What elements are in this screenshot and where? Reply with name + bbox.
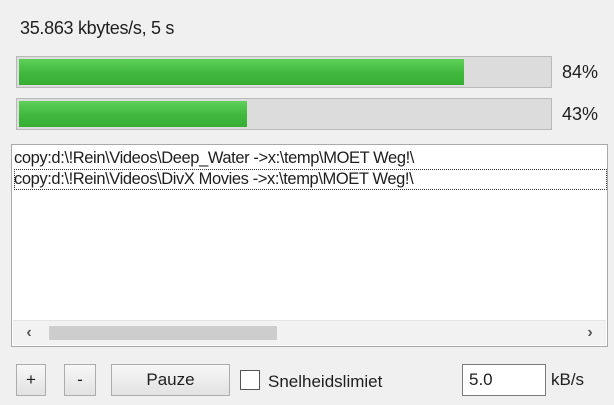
remove-button[interactable]: - [64, 364, 96, 396]
speed-unit-label: kB/s [551, 370, 585, 389]
queue-item[interactable]: copy:d:\!Rein\Videos\Deep_Water ->x:\tem… [14, 148, 414, 169]
file-progress-fill [19, 101, 247, 127]
chevron-left-icon[interactable]: ‹ [15, 321, 43, 345]
total-progress-percent: 84% [562, 62, 599, 82]
file-progress-percent: 43% [562, 104, 599, 124]
pause-button[interactable]: Pauze [111, 364, 230, 396]
horizontal-scrollbar[interactable]: ‹ › [13, 320, 606, 345]
total-progress-bar [16, 56, 552, 88]
chevron-right-icon[interactable]: › [576, 321, 604, 345]
queue-item[interactable]: copy:d:\!Rein\Videos\DivX Movies ->x:\te… [14, 169, 607, 190]
file-progress-bar [16, 98, 552, 130]
total-progress-fill [19, 59, 464, 85]
scrollbar-thumb[interactable] [49, 326, 277, 340]
copy-queue-list[interactable]: copy:d:\!Rein\Videos\Deep_Water ->x:\tem… [11, 144, 608, 347]
speed-limit-label[interactable]: Snelheidslimiet [268, 372, 382, 392]
speed-limit-checkbox[interactable] [240, 370, 260, 390]
add-button[interactable]: + [16, 364, 46, 396]
speed-limit-input[interactable] [462, 364, 546, 396]
transfer-status: 35.863 kbytes/s, 5 s [20, 18, 175, 38]
